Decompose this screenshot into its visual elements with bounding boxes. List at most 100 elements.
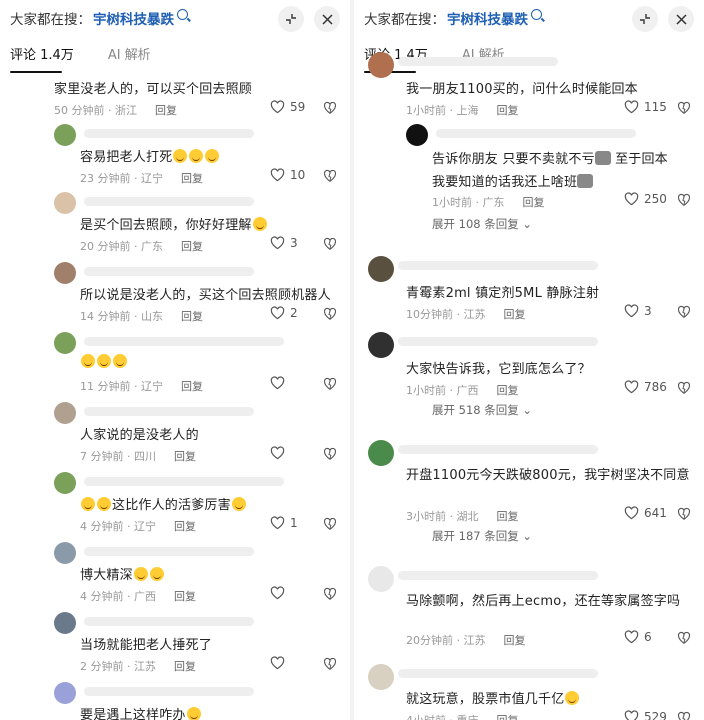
- search-term[interactable]: 宇树科技暴跌: [93, 8, 174, 28]
- reply-button[interactable]: 回复: [174, 520, 196, 533]
- like-button[interactable]: 529: [624, 710, 667, 720]
- username-placeholder[interactable]: [398, 571, 598, 580]
- like-button[interactable]: [270, 376, 290, 390]
- username-placeholder[interactable]: [436, 129, 636, 138]
- avatar[interactable]: [368, 440, 394, 466]
- trending-search-bar[interactable]: 大家都在搜： 宇树科技暴跌: [364, 6, 694, 32]
- avatar[interactable]: [368, 332, 394, 358]
- reply-button[interactable]: 回复: [174, 450, 196, 463]
- username-placeholder[interactable]: [84, 267, 254, 276]
- username-placeholder[interactable]: [84, 407, 254, 416]
- dislike-icon[interactable]: [323, 657, 337, 671]
- dislike-icon[interactable]: [323, 447, 337, 461]
- avatar[interactable]: [54, 542, 76, 564]
- comment-time-location: 23 分钟前 · 辽宁: [80, 172, 163, 185]
- like-button[interactable]: 6: [624, 630, 652, 644]
- expand-replies-link[interactable]: 展开 108 条回复 ⌄: [432, 216, 532, 232]
- reply-button[interactable]: 回复: [155, 104, 177, 117]
- username-placeholder[interactable]: [398, 261, 598, 270]
- tab-comments[interactable]: 评论 1.4万: [10, 44, 74, 71]
- like-button[interactable]: 786: [624, 380, 667, 394]
- comment-time-location: 1小时前 · 广西: [406, 384, 479, 397]
- username-placeholder[interactable]: [84, 617, 254, 626]
- avatar[interactable]: [54, 332, 76, 354]
- reply-button[interactable]: 回复: [181, 172, 203, 185]
- reply-button[interactable]: 回复: [181, 240, 203, 253]
- heart-icon: [270, 376, 285, 390]
- dislike-icon[interactable]: [323, 587, 337, 601]
- dislike-icon[interactable]: [677, 631, 691, 645]
- close-button[interactable]: [668, 6, 694, 32]
- username-placeholder[interactable]: [84, 337, 284, 346]
- reply-button[interactable]: 回复: [497, 384, 519, 397]
- reply-button[interactable]: 回复: [504, 634, 526, 647]
- dislike-icon[interactable]: [677, 193, 691, 207]
- comment-text-body: 我要知道的话我还上啥班: [432, 171, 668, 190]
- like-button[interactable]: 250: [624, 192, 667, 206]
- avatar[interactable]: [406, 124, 428, 146]
- like-button[interactable]: [270, 446, 290, 460]
- like-button[interactable]: [270, 586, 290, 600]
- collapse-button[interactable]: [632, 6, 658, 32]
- reply-button[interactable]: 回复: [181, 310, 203, 323]
- reply-button[interactable]: 回复: [497, 714, 519, 720]
- username-placeholder[interactable]: [398, 57, 558, 66]
- username-placeholder[interactable]: [84, 687, 254, 696]
- trending-search-bar[interactable]: 大家都在搜： 宇树科技暴跌: [10, 6, 340, 32]
- dislike-icon[interactable]: [677, 507, 691, 521]
- dislike-icon[interactable]: [323, 101, 337, 115]
- avatar[interactable]: [54, 124, 76, 146]
- like-button[interactable]: 641: [624, 506, 667, 520]
- expand-replies-link[interactable]: 展开 187 条回复 ⌄: [432, 528, 532, 544]
- like-button[interactable]: [270, 656, 290, 670]
- dislike-icon[interactable]: [323, 517, 337, 531]
- dislike-icon[interactable]: [323, 377, 337, 391]
- dislike-icon[interactable]: [677, 711, 691, 720]
- reply-button[interactable]: 回复: [174, 660, 196, 673]
- dislike-icon[interactable]: [323, 307, 337, 321]
- like-button[interactable]: 3: [270, 236, 298, 250]
- dislike-icon[interactable]: [323, 169, 337, 183]
- username-placeholder[interactable]: [398, 337, 598, 346]
- like-button[interactable]: 1: [270, 516, 298, 530]
- username-placeholder[interactable]: [84, 477, 284, 486]
- like-button[interactable]: 115: [624, 100, 667, 114]
- chevron-down-icon: ⌄: [518, 529, 533, 543]
- username-placeholder[interactable]: [84, 129, 254, 138]
- username-placeholder[interactable]: [398, 669, 598, 678]
- avatar[interactable]: [54, 262, 76, 284]
- dislike-icon[interactable]: [323, 237, 337, 251]
- reply-button[interactable]: 回复: [497, 510, 519, 523]
- avatar[interactable]: [368, 664, 394, 690]
- tab-ai-analysis[interactable]: AI 解析: [108, 44, 151, 71]
- dislike-icon[interactable]: [677, 381, 691, 395]
- reply-button[interactable]: 回复: [181, 380, 203, 393]
- dislike-icon[interactable]: [677, 305, 691, 319]
- avatar[interactable]: [368, 566, 394, 592]
- like-button[interactable]: 3: [624, 304, 652, 318]
- comment-item: 开盘1100元今天跌破800元，我宇树坚决不同意 3小时前 · 湖北 回复 641: [354, 436, 704, 536]
- username-placeholder[interactable]: [84, 197, 254, 206]
- close-button[interactable]: [314, 6, 340, 32]
- reply-button[interactable]: 回复: [497, 104, 519, 117]
- search-term[interactable]: 宇树科技暴跌: [447, 8, 528, 28]
- expand-replies-link[interactable]: 展开 518 条回复 ⌄: [432, 402, 532, 418]
- reply-button[interactable]: 回复: [174, 590, 196, 603]
- like-button[interactable]: 2: [270, 306, 298, 320]
- avatar[interactable]: [54, 472, 76, 494]
- avatar[interactable]: [368, 256, 394, 282]
- avatar[interactable]: [54, 402, 76, 424]
- avatar[interactable]: [54, 682, 76, 704]
- username-placeholder[interactable]: [398, 445, 598, 454]
- avatar[interactable]: [368, 52, 394, 78]
- reply-button[interactable]: 回复: [523, 196, 545, 209]
- dislike-icon[interactable]: [677, 101, 691, 115]
- heart-icon: [270, 656, 285, 670]
- username-placeholder[interactable]: [84, 547, 254, 556]
- like-button[interactable]: 10: [270, 168, 305, 182]
- reply-button[interactable]: 回复: [504, 308, 526, 321]
- like-button[interactable]: 59: [270, 100, 305, 114]
- avatar[interactable]: [54, 192, 76, 214]
- collapse-button[interactable]: [278, 6, 304, 32]
- avatar[interactable]: [54, 612, 76, 634]
